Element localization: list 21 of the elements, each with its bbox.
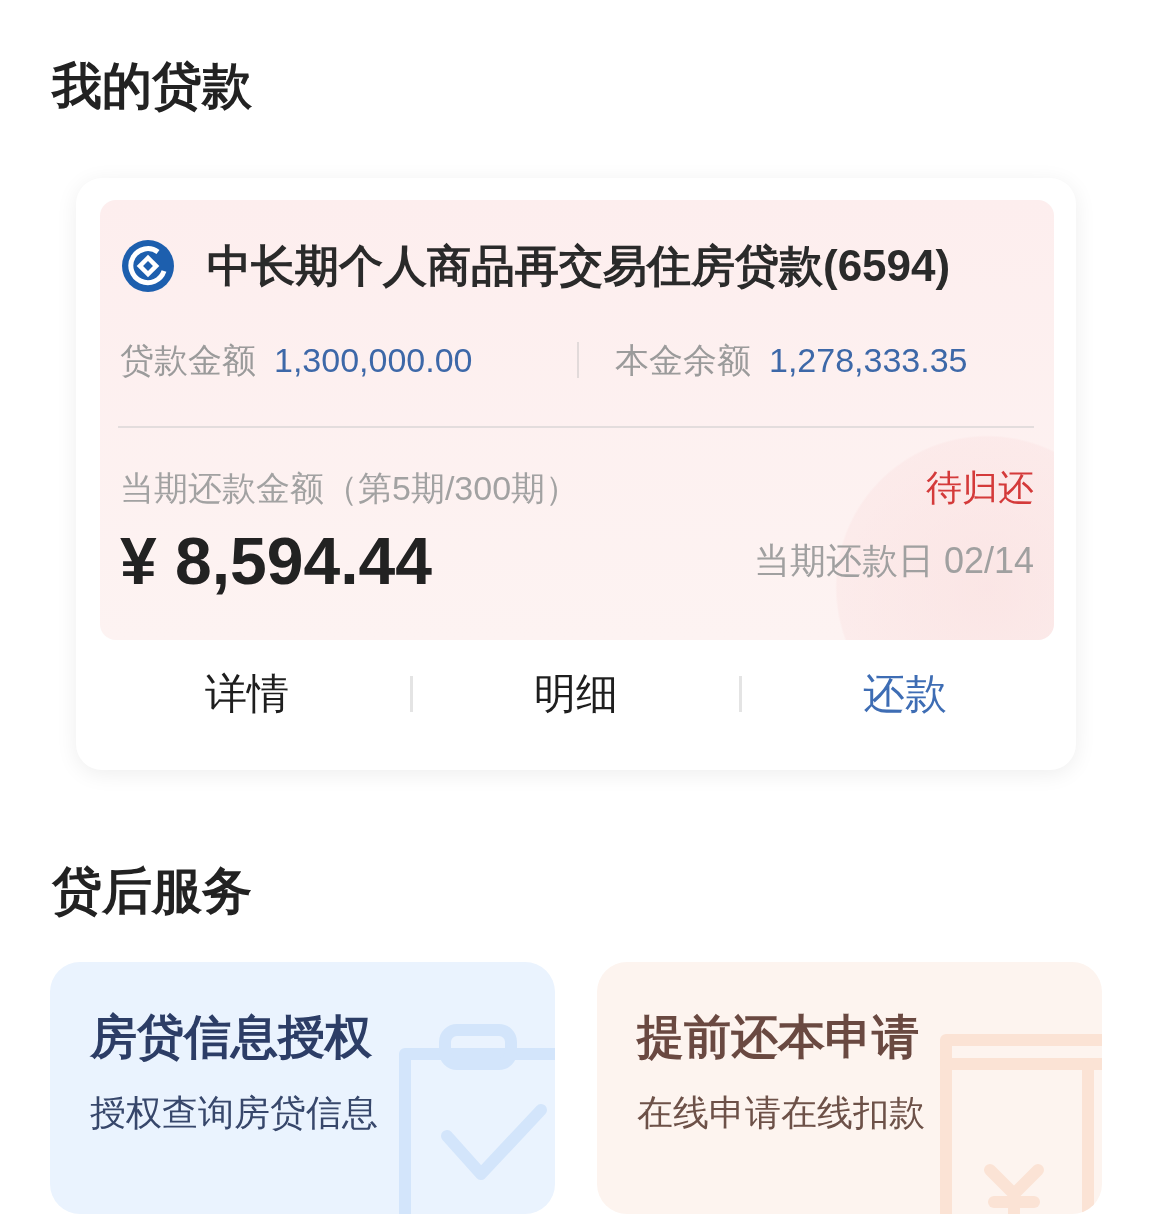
service-subtitle: 在线申请在线扣款 bbox=[637, 1091, 925, 1135]
loan-title: 中长期个人商品再交易住房贷款(6594) bbox=[207, 240, 951, 292]
status-label: 待归还 bbox=[926, 466, 1034, 510]
section-title: 贷后服务 bbox=[52, 862, 252, 921]
service-title: 房贷信息授权 bbox=[90, 1009, 372, 1065]
amount-value: 1,278,333.35 bbox=[769, 340, 968, 381]
logo-icon bbox=[122, 240, 174, 292]
service-card[interactable]: 提前还本申请 在线申请在线扣款 bbox=[597, 962, 1102, 1214]
action-button[interactable]: 还款 bbox=[853, 662, 957, 726]
amount-label: 本金余额 bbox=[615, 340, 751, 381]
service-card[interactable]: 房贷信息授权 授权查询房贷信息 bbox=[50, 962, 555, 1214]
amount-label: 贷款金额 bbox=[120, 340, 256, 381]
action-button[interactable]: 明细 bbox=[524, 662, 628, 726]
amount-value: 1,300,000.00 bbox=[274, 340, 473, 381]
action-button[interactable]: 详情 bbox=[195, 662, 299, 726]
section-title: 我的贷款 bbox=[52, 57, 252, 116]
service-title: 提前还本申请 bbox=[637, 1009, 919, 1065]
amount-due: ¥ 8,594.44 bbox=[120, 529, 432, 593]
installment-label: 当期还款金额（第5期/300期） bbox=[120, 468, 580, 509]
service-subtitle: 授权查询房贷信息 bbox=[90, 1091, 378, 1135]
due-date: 当期还款日 02/14 bbox=[753, 539, 1034, 583]
